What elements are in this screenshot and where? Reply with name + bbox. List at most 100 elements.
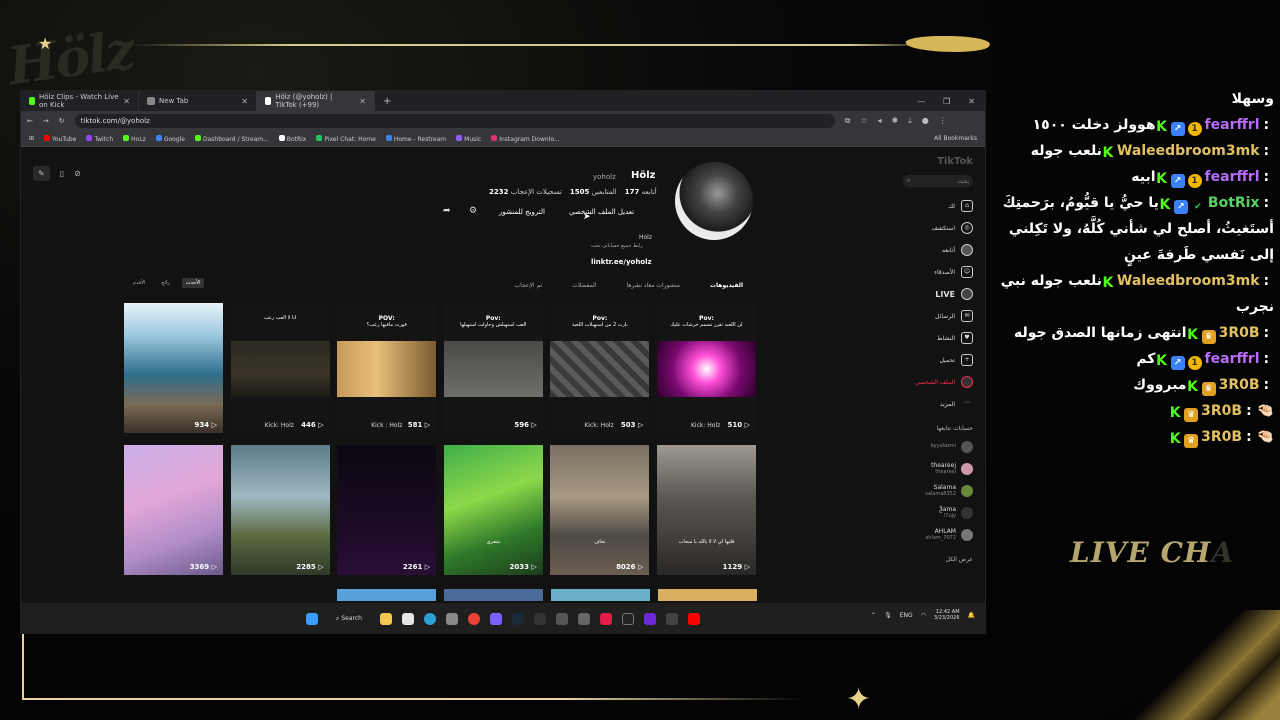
taskbar-search[interactable]: ⌕ Search [328, 615, 370, 623]
bookmark-star-icon[interactable]: ☆ [860, 116, 867, 126]
bookmark-instagram[interactable]: Instagram Downlo... [491, 134, 560, 143]
search-input[interactable]: ⌕ بحث [903, 175, 973, 187]
obs-icon[interactable] [533, 613, 546, 625]
nav-more[interactable]: المزيد ⋯ [903, 393, 973, 415]
video-card[interactable]: شعري 2033 ▷ [443, 445, 543, 575]
new-tab-button[interactable]: + [375, 96, 399, 107]
following-account[interactable]: byyalazmi [903, 436, 973, 458]
tiktok-logo[interactable]: TikTok [903, 156, 973, 167]
video-thumbnail[interactable] [551, 589, 650, 601]
profile-icon[interactable]: ● [922, 116, 929, 126]
video-card[interactable]: 934 ▷ [124, 303, 223, 433]
profile-avatar[interactable] [675, 162, 753, 240]
extensions-icon[interactable]: ✱ [892, 116, 899, 126]
notification-icon[interactable]: 🔔 [968, 612, 975, 619]
download-icon[interactable]: ⤓ [908, 116, 912, 126]
chevron-up-icon[interactable]: ⌃ [871, 612, 876, 619]
bookmark-dashboard[interactable]: Dashboard / Stream... [195, 134, 269, 143]
nav-upload[interactable]: تحميل + [903, 349, 973, 371]
app-icon[interactable] [621, 613, 634, 625]
block-icon[interactable]: ⊘ [74, 169, 81, 178]
video-thumbnail[interactable] [337, 589, 436, 601]
chat-username[interactable]: 3R0B [1219, 325, 1260, 341]
settings-icon[interactable] [445, 613, 458, 625]
youtube-icon[interactable] [687, 613, 700, 625]
pin-icon[interactable]: ✎ [33, 166, 50, 181]
video-card[interactable]: 2261 ▷ [337, 445, 437, 575]
all-bookmarks[interactable]: All Bookmarks [934, 135, 985, 142]
apps-icon[interactable]: ⊞ [29, 135, 34, 142]
tab-reposts[interactable]: منشورات معاد نشرها [627, 282, 680, 289]
settings-gear-icon[interactable]: ⚙ [469, 206, 477, 216]
start-icon[interactable] [306, 613, 319, 625]
discord-icon[interactable] [489, 613, 502, 625]
video-card[interactable]: 2285 ▷ [230, 445, 330, 575]
nav-explore[interactable]: استكشف ◎ [903, 217, 973, 239]
app-icon[interactable] [555, 613, 568, 625]
tab-liked[interactable]: تم الإعجاب [515, 282, 543, 289]
following-account[interactable]: Ѯama l7ujy [903, 502, 973, 524]
profile-link[interactable]: linktr.ee/yoholz [591, 258, 652, 266]
video-thumbnail[interactable] [658, 589, 757, 601]
store-icon[interactable] [401, 613, 414, 625]
bookmark-youtube[interactable]: YouTube [44, 134, 76, 143]
bookmark-restream[interactable]: Home - Restream [385, 134, 446, 143]
stat-followers[interactable]: المتابعين 1505 [570, 188, 617, 196]
chat-username[interactable]: 3R0B [1219, 377, 1260, 393]
reload-icon[interactable]: ↻ [59, 117, 65, 125]
chrome-icon[interactable] [467, 613, 480, 625]
wifi-icon[interactable]: ◠ [921, 612, 926, 619]
browser-tab-tiktok[interactable]: Hölz (@yoholz) | TikTok (+99) ✕ [257, 91, 375, 111]
browser-tab-kick[interactable]: Hölz Clips - Watch Live on Kick ✕ [21, 91, 139, 111]
sort-latest[interactable]: الأحدث [181, 278, 205, 288]
following-account[interactable]: Salama salama8352 [903, 480, 973, 502]
video-card[interactable]: انا لا العب رعب Kick: Holz 446 ▷ [230, 303, 330, 433]
nav-profile[interactable]: الملف الشخصي [903, 371, 973, 393]
chat-username[interactable]: fearffrl [1205, 351, 1260, 367]
app-icon[interactable] [599, 613, 612, 625]
app-icon[interactable] [665, 613, 678, 625]
video-card[interactable]: Pov: العب استهبلش وحاولت استهبلها 596 ▷ [443, 303, 543, 433]
nav-friends[interactable]: الأصدقاء ☺ [903, 261, 973, 283]
edge-icon[interactable] [423, 613, 436, 625]
minimize-icon[interactable]: — [917, 97, 925, 106]
video-card[interactable]: Pov: لن اللعبه تقرر تسمم خرشات عليك Kick: … [656, 303, 756, 433]
browser-tab-new[interactable]: New Tab ✕ [139, 91, 257, 111]
video-card[interactable]: POV: فورت مافيها رعب؟ Kick : Holz 581 ▷ [337, 303, 437, 433]
chat-username[interactable]: Waleedbroom3mk [1117, 273, 1260, 289]
mic-icon[interactable]: 🎙 [884, 612, 892, 619]
nav-activity[interactable]: النشاط ♥ [903, 327, 973, 349]
share-icon[interactable]: ➦ [443, 206, 451, 216]
stat-following[interactable]: أتابعه 177 [625, 188, 657, 196]
close-tab-icon[interactable]: ✕ [123, 97, 130, 106]
bookmark-botrix[interactable]: BotRix [278, 134, 306, 143]
nav-following[interactable]: أتابعه [903, 239, 973, 261]
chat-username[interactable]: fearffrl [1205, 117, 1260, 133]
capcut-icon[interactable] [577, 613, 590, 625]
tab-videos[interactable]: الفيديوهات [710, 282, 743, 289]
clock[interactable]: 12:42 AM 3/23/2026 [934, 609, 960, 621]
nav-messages[interactable]: الرسائل ✉ [903, 305, 973, 327]
close-tab-icon[interactable]: ✕ [241, 97, 248, 106]
restore-icon[interactable]: ❐ [943, 97, 950, 106]
url-field[interactable]: tiktok.com/@yoholz [74, 114, 835, 128]
chat-username[interactable]: fearffrl [1205, 169, 1260, 185]
phone-icon[interactable]: ▯ [60, 169, 64, 178]
bookmark-pixelchat[interactable]: Pixel Chat: Home [316, 134, 376, 143]
app-icon[interactable] [643, 613, 656, 625]
back-icon[interactable]: ← [27, 117, 33, 125]
following-account[interactable]: AHLAM ahlam_7072 [903, 524, 973, 546]
sort-oldest[interactable]: الأقدم [129, 278, 149, 288]
promote-post-button[interactable]: الترويج للمنشور [499, 208, 545, 216]
steam-icon[interactable] [511, 613, 524, 625]
nav-live[interactable]: LIVE [903, 283, 973, 305]
chat-username[interactable]: 3R0B [1201, 403, 1242, 419]
audio-icon[interactable]: ◂ [878, 116, 882, 126]
chat-username[interactable]: BotRix [1208, 195, 1260, 211]
sort-popular[interactable]: رائج [157, 278, 173, 288]
chat-username[interactable]: 3R0B [1201, 429, 1242, 445]
video-card[interactable]: 3369 ▷ [124, 445, 223, 575]
forward-icon[interactable]: → [43, 117, 49, 125]
video-thumbnail[interactable] [444, 589, 543, 601]
menu-icon[interactable]: ⋮ [939, 116, 947, 126]
